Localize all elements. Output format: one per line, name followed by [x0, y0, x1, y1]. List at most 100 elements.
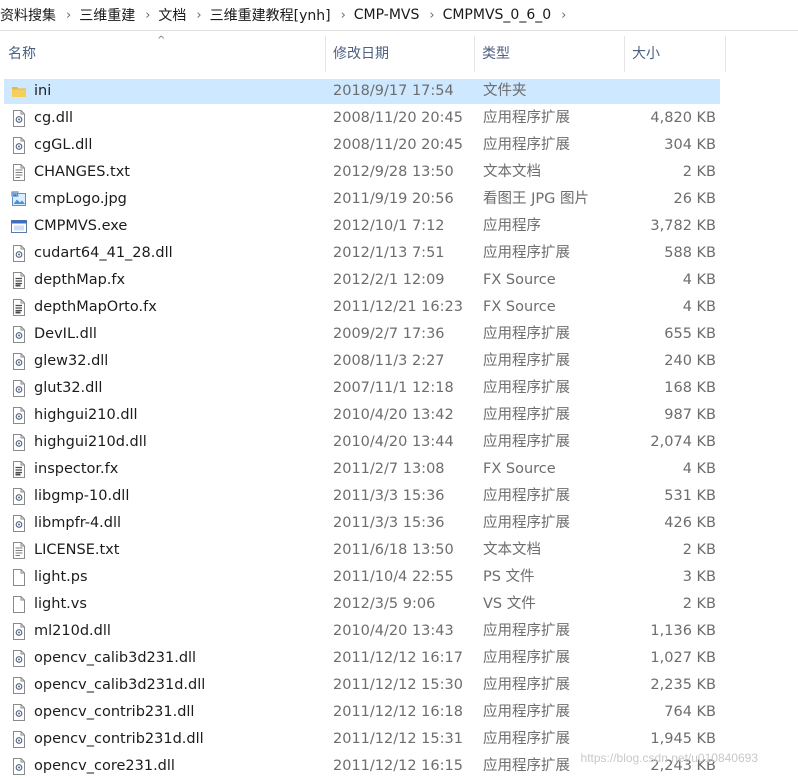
file-row[interactable]: JPG cmpLogo.jpg 2011/9/19 20:56 看图王 JPG 图片 2… — [0, 186, 798, 213]
chevron-right-icon[interactable]: › — [423, 8, 440, 23]
file-size: 2 KB — [682, 164, 716, 180]
dll-icon — [11, 623, 27, 640]
file-row[interactable]: depthMapOrto.fx 2011/12/21 16:23 FX Source… — [0, 294, 798, 321]
file-row[interactable]: ini 2018/9/17 17:54 文件夹 — [0, 78, 798, 105]
breadcrumb-item[interactable]: 资料搜集 — [0, 5, 60, 25]
file-row[interactable]: opencv_contrib231.dll 2011/12/12 16:18 应用程… — [0, 699, 798, 726]
file-size: 4 KB — [682, 461, 716, 477]
file-date: 2008/11/20 20:45 — [333, 137, 463, 153]
breadcrumb: 资料搜集 › 三维重建 › 文档 › 三维重建教程[ynh] › CMP-MVS › CMPMVS_… — [0, 0, 798, 31]
file-row[interactable]: opencv_calib3d231.dll 2011/12/12 16:17 应用程… — [0, 645, 798, 672]
file-row[interactable]: cudart64_41_28.dll 2012/1/13 7:51 应用程序扩展 58… — [0, 240, 798, 267]
file-size: 1,027 KB — [650, 650, 716, 666]
breadcrumb-item[interactable]: CMP-MVS — [352, 7, 424, 23]
file-size: 168 KB — [664, 380, 716, 396]
column-header-size[interactable]: 大小 — [625, 36, 726, 72]
file-date: 2012/3/5 9:06 — [333, 596, 436, 612]
dll-icon — [11, 353, 27, 370]
dll-icon — [11, 110, 27, 127]
file-date: 2011/12/12 16:18 — [333, 704, 463, 720]
dll-icon — [11, 326, 27, 343]
file-type: 应用程序扩展 — [483, 677, 570, 693]
file-name: opencv_contrib231.dll — [34, 704, 195, 720]
chevron-right-icon[interactable]: › — [190, 8, 207, 23]
file-type: 文本文档 — [483, 164, 541, 180]
file-type: 应用程序扩展 — [483, 434, 570, 450]
file-row[interactable]: glew32.dll 2008/11/3 2:27 应用程序扩展 240 KB — [0, 348, 798, 375]
file-name: highgui210d.dll — [34, 434, 147, 450]
watermark: https://blog.csdn.net/u010840693 — [580, 751, 758, 765]
file-row[interactable]: LICENSE.txt 2011/6/18 13:50 文本文档 2 KB — [0, 537, 798, 564]
file-row[interactable]: light.ps 2011/10/4 22:55 PS 文件 3 KB — [0, 564, 798, 591]
file-row[interactable]: libmpfr-4.dll 2011/3/3 15:36 应用程序扩展 426 KB — [0, 510, 798, 537]
file-row[interactable]: inspector.fx 2011/2/7 13:08 FX Source 4 KB — [0, 456, 798, 483]
file-row[interactable]: cg.dll 2008/11/20 20:45 应用程序扩展 4,820 KB — [0, 105, 798, 132]
file-name: CHANGES.txt — [34, 164, 130, 180]
file-type: 应用程序扩展 — [483, 488, 570, 504]
file-size: 2 KB — [682, 596, 716, 612]
file-size: 4,820 KB — [650, 110, 716, 126]
file-date: 2010/4/20 13:42 — [333, 407, 454, 423]
file-row[interactable]: highgui210d.dll 2010/4/20 13:44 应用程序扩展 2,07… — [0, 429, 798, 456]
file-name: light.vs — [34, 596, 87, 612]
breadcrumb-item[interactable]: 三维重建教程[ynh] — [208, 5, 335, 25]
file-size: 304 KB — [664, 137, 716, 153]
file-row[interactable]: CHANGES.txt 2012/9/28 13:50 文本文档 2 KB — [0, 159, 798, 186]
file-row[interactable]: cgGL.dll 2008/11/20 20:45 应用程序扩展 304 KB — [0, 132, 798, 159]
column-header-row: 名称 ^ 修改日期 类型 大小 — [0, 36, 798, 72]
file-type: 应用程序扩展 — [483, 515, 570, 531]
dll-icon — [11, 488, 27, 505]
file-type: 应用程序扩展 — [483, 623, 570, 639]
file-icon-cell — [11, 645, 29, 672]
file-row[interactable]: highgui210.dll 2010/4/20 13:42 应用程序扩展 987 K… — [0, 402, 798, 429]
file-date: 2011/12/12 15:31 — [333, 731, 463, 747]
dll-icon — [11, 407, 27, 424]
file-name: cgGL.dll — [34, 137, 93, 153]
file-name: libgmp-10.dll — [34, 488, 130, 504]
chevron-right-icon[interactable]: › — [60, 8, 77, 23]
file-date: 2011/12/12 16:15 — [333, 758, 463, 774]
file-size: 588 KB — [664, 245, 716, 261]
file-date: 2011/3/3 15:36 — [333, 515, 445, 531]
file-name: inspector.fx — [34, 461, 119, 477]
file-type: 应用程序扩展 — [483, 704, 570, 720]
file-row[interactable]: CMPMVS.exe 2012/10/1 7:12 应用程序 3,782 KB — [0, 213, 798, 240]
chevron-right-icon[interactable]: › — [139, 8, 156, 23]
file-row[interactable]: depthMap.fx 2012/2/1 12:09 FX Source 4 KB — [0, 267, 798, 294]
file-name: cmpLogo.jpg — [34, 191, 127, 207]
file-icon-cell — [11, 726, 29, 753]
file-date: 2018/9/17 17:54 — [333, 83, 454, 99]
dll-icon — [11, 650, 27, 667]
file-icon-cell — [11, 672, 29, 699]
dll-icon — [11, 137, 27, 154]
svg-text:JPG: JPG — [11, 192, 19, 197]
text-file-icon — [11, 542, 27, 559]
file-type: 应用程序扩展 — [483, 326, 570, 342]
file-type: FX Source — [483, 272, 556, 288]
breadcrumb-item[interactable]: 文档 — [156, 5, 190, 25]
file-row[interactable]: light.vs 2012/3/5 9:06 VS 文件 2 KB — [0, 591, 798, 618]
file-type: PS 文件 — [483, 569, 535, 585]
file-type: 应用程序扩展 — [483, 137, 570, 153]
file-row[interactable]: ml210d.dll 2010/4/20 13:43 应用程序扩展 1,136 KB — [0, 618, 798, 645]
file-row[interactable]: glut32.dll 2007/11/1 12:18 应用程序扩展 168 KB — [0, 375, 798, 402]
column-header-date[interactable]: 修改日期 — [326, 36, 475, 72]
file-row[interactable]: opencv_calib3d231d.dll 2011/12/12 15:30 应用… — [0, 672, 798, 699]
file-size: 2,074 KB — [650, 434, 716, 450]
file-type: 文件夹 — [483, 83, 527, 99]
chevron-right-icon[interactable]: › — [555, 8, 572, 23]
column-header-type[interactable]: 类型 — [475, 36, 625, 72]
breadcrumb-item[interactable]: CMPMVS_0_6_0 — [441, 7, 556, 23]
text-file-icon — [11, 164, 27, 181]
chevron-right-icon[interactable]: › — [335, 8, 352, 23]
breadcrumb-item[interactable]: 三维重建 — [77, 5, 139, 25]
file-icon-cell — [11, 213, 29, 240]
file-icon-cell — [11, 564, 29, 591]
file-row[interactable]: DevIL.dll 2009/2/7 17:36 应用程序扩展 655 KB — [0, 321, 798, 348]
file-row[interactable]: libgmp-10.dll 2011/3/3 15:36 应用程序扩展 531 KB — [0, 483, 798, 510]
file-name: opencv_calib3d231.dll — [34, 650, 197, 666]
file-date: 2011/6/18 13:50 — [333, 542, 454, 558]
file-row[interactable]: opencv_contrib231d.dll 2011/12/12 15:31 应用… — [0, 726, 798, 753]
file-icon-cell — [11, 402, 29, 429]
file-name: glew32.dll — [34, 353, 109, 369]
